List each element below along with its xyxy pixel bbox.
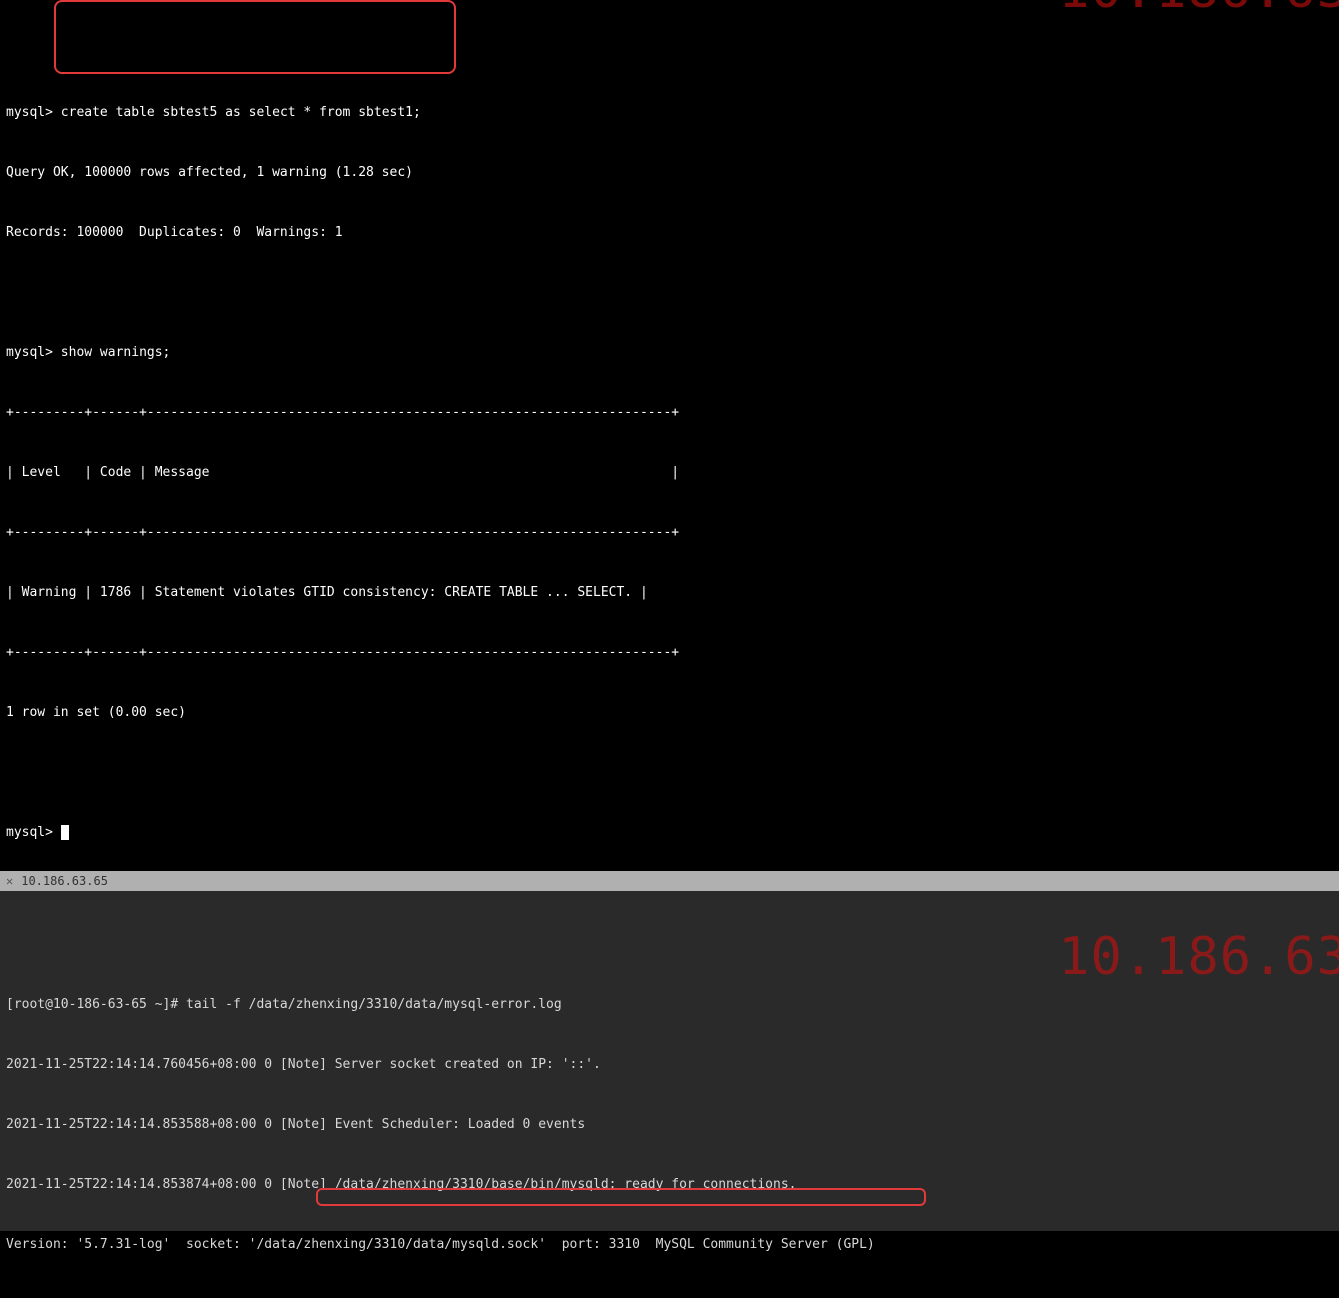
terminal-line [6,763,1333,783]
terminal-line [6,283,1333,303]
terminal-line: mysql> create table sbtest5 as select * … [6,103,1333,123]
result-footer: 1 row in set (0.00 sec) [6,703,1333,723]
mysql-terminal-pane[interactable]: 10.186.63 mysql> create table sbtest5 as… [0,0,1339,871]
log-line: [root@10-186-63-65 ~]# tail -f /data/zhe… [6,995,1333,1015]
table-separator: +---------+------+----------------------… [6,523,1333,543]
log-line: 2021-11-25T22:14:14.863212+08:00 0 [Note… [6,1295,1333,1298]
terminal-line: mysql> show warnings; [6,343,1333,363]
log-line: 2021-11-25T22:14:14.853588+08:00 0 [Note… [6,1115,1333,1135]
table-header: | Level | Code | Message | [6,463,1333,483]
table-separator: +---------+------+----------------------… [6,643,1333,663]
sql-command: show warnings; [61,345,171,360]
watermark-bottom: 10.186.63 [1058,947,1339,967]
log-terminal-pane[interactable]: 10.186.63 [root@10-186-63-65 ~]# tail -f… [0,891,1339,1231]
highlight-box-create-table [54,0,456,74]
terminal-line: Query OK, 100000 rows affected, 1 warnin… [6,163,1333,183]
mysql-prompt: mysql> [6,825,61,840]
log-line: 2021-11-25T22:14:14.760456+08:00 0 [Note… [6,1055,1333,1075]
table-separator: +---------+------+----------------------… [6,403,1333,423]
close-icon[interactable]: ✕ [6,871,13,891]
tab-label[interactable]: 10.186.63.65 [21,871,108,891]
mysql-prompt: mysql> [6,105,61,120]
log-line: 2021-11-25T22:14:14.853874+08:00 0 [Note… [6,1175,1333,1195]
terminal-line: mysql> [6,823,1333,843]
terminal-line: Records: 100000 Duplicates: 0 Warnings: … [6,223,1333,243]
log-line: Version: '5.7.31-log' socket: '/data/zhe… [6,1235,1333,1255]
table-row: | Warning | 1786 | Statement violates GT… [6,583,1333,603]
cursor-icon [61,825,69,840]
sql-command: create table sbtest5 as select * from sb… [61,105,421,120]
mysql-prompt: mysql> [6,345,61,360]
tab-bar: ✕ 10.186.63.65 [0,871,1339,891]
